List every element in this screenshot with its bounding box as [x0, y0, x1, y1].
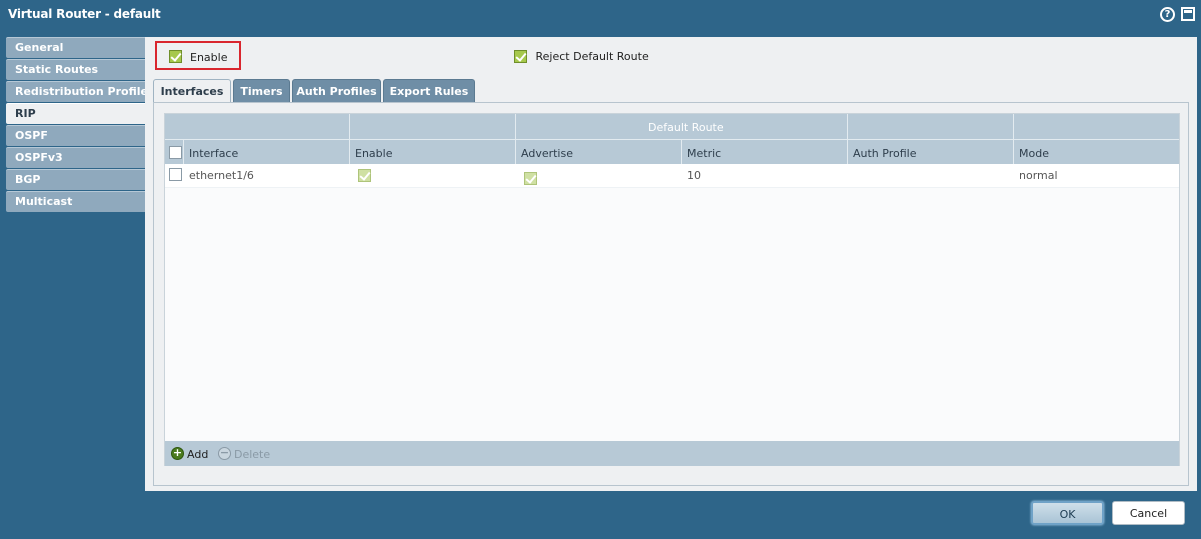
- cell-advertise-checkbox: [524, 172, 537, 185]
- reject-default-route-checkbox[interactable]: [514, 49, 527, 63]
- add-button[interactable]: Add: [187, 448, 208, 461]
- help-icon[interactable]: ?: [1160, 7, 1175, 22]
- title-bar: Virtual Router - default ?: [0, 0, 1201, 30]
- column-metric[interactable]: Metric: [687, 147, 721, 160]
- cancel-button[interactable]: Cancel: [1112, 501, 1185, 525]
- rip-panel: Enable Reject Default Route Interfaces T…: [145, 37, 1197, 491]
- sidebar-item-ospf[interactable]: OSPF: [6, 125, 145, 146]
- delete-button: Delete: [234, 448, 271, 461]
- sidebar-item-ospfv3[interactable]: OSPFv3: [6, 147, 145, 168]
- column-auth-profile[interactable]: Auth Profile: [853, 147, 916, 160]
- cell-enable-checkbox: [358, 169, 371, 182]
- column-divider: [847, 114, 848, 164]
- table-row[interactable]: ethernet1/6 10 normal: [165, 164, 1179, 188]
- default-route-group-label: Default Route: [648, 121, 724, 134]
- tab-export-rules[interactable]: Export Rules: [383, 79, 475, 102]
- column-interface[interactable]: Interface: [189, 147, 238, 160]
- table-footer: + Add − Delete: [165, 441, 1179, 466]
- cell-interface[interactable]: ethernet1/6: [189, 169, 254, 182]
- interfaces-table: Default Route Interface Enable Advertise…: [164, 113, 1180, 466]
- column-divider: [681, 139, 682, 164]
- enable-checkbox[interactable]: [169, 50, 182, 63]
- dialog-title: Virtual Router - default: [8, 7, 161, 21]
- reject-default-route-option: Reject Default Route: [514, 49, 649, 63]
- delete-icon: −: [218, 446, 231, 460]
- column-advertise[interactable]: Advertise: [521, 147, 573, 160]
- sidebar: General Static Routes Redistribution Pro…: [6, 37, 145, 213]
- column-divider: [349, 114, 350, 164]
- sidebar-item-bgp[interactable]: BGP: [6, 169, 145, 190]
- reject-default-route-label: Reject Default Route: [535, 49, 649, 63]
- cell-mode: normal: [1019, 169, 1058, 182]
- enable-highlight-box: Enable: [155, 41, 241, 70]
- interfaces-tab-content: Default Route Interface Enable Advertise…: [153, 102, 1189, 486]
- tab-interfaces[interactable]: Interfaces: [153, 79, 231, 103]
- enable-label: Enable: [190, 51, 228, 64]
- sidebar-item-redistribution-profile[interactable]: Redistribution Profile: [6, 81, 145, 102]
- column-divider: [183, 139, 184, 164]
- sidebar-item-rip[interactable]: RIP: [6, 103, 145, 124]
- row-select-checkbox[interactable]: [169, 168, 182, 181]
- sidebar-item-multicast[interactable]: Multicast: [6, 191, 145, 212]
- ok-button[interactable]: OK: [1031, 501, 1104, 525]
- maximize-icon[interactable]: [1181, 7, 1195, 21]
- tab-timers[interactable]: Timers: [233, 79, 290, 102]
- column-divider: [515, 114, 516, 164]
- cell-metric: 10: [687, 169, 701, 182]
- table-group-header: Default Route: [165, 114, 1179, 139]
- table-column-header: Interface Enable Advertise Metric Auth P…: [165, 139, 1179, 164]
- column-mode[interactable]: Mode: [1019, 147, 1049, 160]
- add-icon[interactable]: +: [171, 447, 184, 460]
- sidebar-item-static-routes[interactable]: Static Routes: [6, 59, 145, 80]
- sidebar-item-general[interactable]: General: [6, 37, 145, 58]
- select-all-checkbox[interactable]: [169, 146, 182, 159]
- tab-auth-profiles[interactable]: Auth Profiles: [292, 79, 381, 102]
- column-divider: [1013, 114, 1014, 164]
- column-enable[interactable]: Enable: [355, 147, 392, 160]
